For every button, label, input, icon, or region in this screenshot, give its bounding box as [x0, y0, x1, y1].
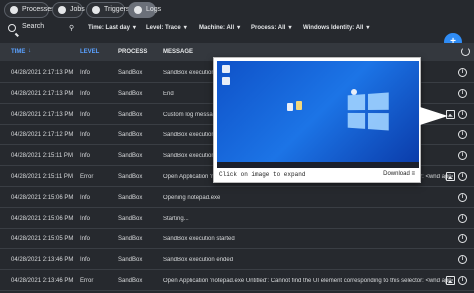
info-icon[interactable]: i [458, 213, 467, 223]
jobs-icon [58, 6, 66, 14]
filter-bar: Search ⚲ Time: Last day ▾ Level: Trace ▾ M… [0, 20, 474, 38]
row-time: 04/28/2021 2:15:06 PM [11, 194, 74, 201]
row-level: Info [80, 70, 91, 76]
time-filter[interactable]: Time: Last day ▾ [88, 24, 136, 31]
tab-processes[interactable]: Processes [4, 2, 55, 18]
tab-bar: Processes Jobs Triggers Logs [0, 0, 474, 20]
column-time[interactable]: TIME [11, 49, 25, 55]
row-level: Info [80, 194, 91, 201]
table-row[interactable]: 04/28/2021 2:15:05 PM Info SandBox SandBox … [0, 229, 474, 250]
screenshot-icon[interactable] [446, 276, 455, 285]
info-icon[interactable]: i [458, 234, 467, 244]
desktop-icon [287, 103, 293, 111]
row-message: SandBox execution ended [163, 257, 234, 264]
row-time: 04/28/2021 2:17:13 PM [11, 111, 74, 118]
info-icon[interactable]: i [458, 192, 467, 202]
row-message: Starting... [163, 215, 189, 222]
search-input[interactable]: Search [22, 23, 44, 30]
row-time: 04/28/2021 2:15:11 PM [11, 174, 73, 180]
row-process: SandBox [118, 111, 143, 118]
desktop-icon [296, 101, 302, 110]
row-level: Info [80, 215, 91, 222]
column-level[interactable]: LEVEL [80, 49, 99, 55]
refresh-icon[interactable] [461, 47, 470, 56]
table-row[interactable]: 04/28/2021 2:15:06 PM Info SandBox Opening … [0, 188, 474, 208]
chevron-down-icon: ▾ [183, 25, 187, 31]
gear-icon [10, 6, 18, 14]
row-level: Info [80, 236, 91, 243]
row-process: SandBox [118, 215, 143, 222]
filter-settings-icon[interactable]: ⚲ [69, 24, 74, 32]
row-time: 04/28/2021 2:17:12 PM [11, 132, 74, 139]
row-time: 04/28/2021 2:17:13 PM [11, 70, 74, 76]
chevron-down-icon: ▾ [132, 25, 136, 31]
logs-icon [134, 6, 142, 14]
row-process: SandBox [118, 90, 143, 97]
screenshot-preview-popup[interactable]: Click on image to expand Download ≡ [213, 57, 421, 183]
identity-filter[interactable]: Windows Identity: All ▾ [303, 24, 369, 31]
info-icon[interactable]: i [458, 130, 467, 140]
row-level: Info [80, 90, 91, 97]
row-message: Open Application 'notepad.exe Untitled':… [163, 278, 453, 284]
desktop-icon [222, 77, 230, 85]
row-message: Custom log message [163, 111, 220, 118]
tab-logs[interactable]: Logs [128, 2, 161, 18]
row-process: SandBox [118, 174, 143, 180]
chevron-down-icon: ▾ [366, 25, 370, 31]
row-process: SandBox [118, 153, 143, 160]
level-filter[interactable]: Level: Trace ▾ [146, 24, 187, 31]
info-icon[interactable]: i [458, 172, 467, 181]
taskbar [217, 162, 419, 168]
row-process: SandBox [118, 236, 143, 243]
screenshot-image[interactable] [217, 61, 419, 168]
row-level: Info [80, 257, 91, 264]
row-process: SandBox [118, 194, 143, 201]
table-row[interactable]: 04/28/2021 2:15:06 PM Info SandBox Starting… [0, 209, 474, 229]
row-message: Opening notepad.exe [163, 194, 221, 201]
chevron-down-icon: ▾ [288, 25, 292, 31]
info-icon[interactable]: i [458, 68, 467, 77]
row-time: 04/28/2021 2:13:46 PM [11, 257, 74, 264]
tab-jobs[interactable]: Jobs [52, 2, 85, 18]
info-icon[interactable]: i [458, 255, 467, 265]
row-time: 04/28/2021 2:13:46 PM [11, 278, 74, 284]
row-message: End [163, 90, 174, 97]
preview-caption: Click on image to expand [219, 171, 306, 178]
download-button[interactable]: Download ≡ [383, 171, 415, 177]
row-level: Error [80, 174, 94, 180]
row-time: 04/28/2021 2:15:11 PM [11, 153, 73, 160]
table-row[interactable]: 04/28/2021 2:13:46 PM Info SandBox SandBox … [0, 250, 474, 271]
row-time: 04/28/2021 2:15:05 PM [11, 236, 74, 243]
column-message[interactable]: MESSAGE [163, 49, 193, 55]
search-icon[interactable] [8, 24, 16, 32]
info-icon[interactable]: i [458, 276, 467, 285]
screenshot-icon[interactable] [446, 172, 455, 181]
row-message: SandBox execution started [163, 236, 235, 243]
desktop-icon [222, 65, 230, 73]
filter-icon: ≡ [411, 171, 415, 177]
row-level: Error [80, 278, 94, 284]
info-icon[interactable]: i [458, 151, 467, 161]
info-icon[interactable]: i [458, 88, 467, 98]
tab-triggers[interactable]: Triggers [86, 2, 129, 18]
table-row[interactable]: 04/28/2021 2:13:46 PM Error SandBox Open Ap… [0, 271, 474, 291]
row-time: 04/28/2021 2:17:13 PM [11, 90, 74, 97]
chevron-down-icon: ▾ [237, 25, 241, 31]
row-process: SandBox [118, 70, 143, 76]
row-process: SandBox [118, 257, 143, 264]
column-process[interactable]: PROCESS [118, 49, 147, 55]
clock-icon [92, 6, 100, 14]
row-process: SandBox [118, 132, 143, 139]
windows-logo [347, 92, 390, 131]
row-time: 04/28/2021 2:15:06 PM [11, 215, 74, 222]
row-process: SandBox [118, 278, 143, 284]
info-icon[interactable]: i [458, 109, 467, 119]
row-level: Info [80, 132, 91, 139]
sort-desc-icon: ↓ [28, 48, 31, 54]
row-level: Info [80, 153, 91, 160]
popup-pointer [420, 107, 448, 125]
process-filter[interactable]: Process: All ▾ [251, 24, 291, 31]
row-level: Info [80, 111, 91, 118]
machine-filter[interactable]: Machine: All ▾ [199, 24, 240, 31]
